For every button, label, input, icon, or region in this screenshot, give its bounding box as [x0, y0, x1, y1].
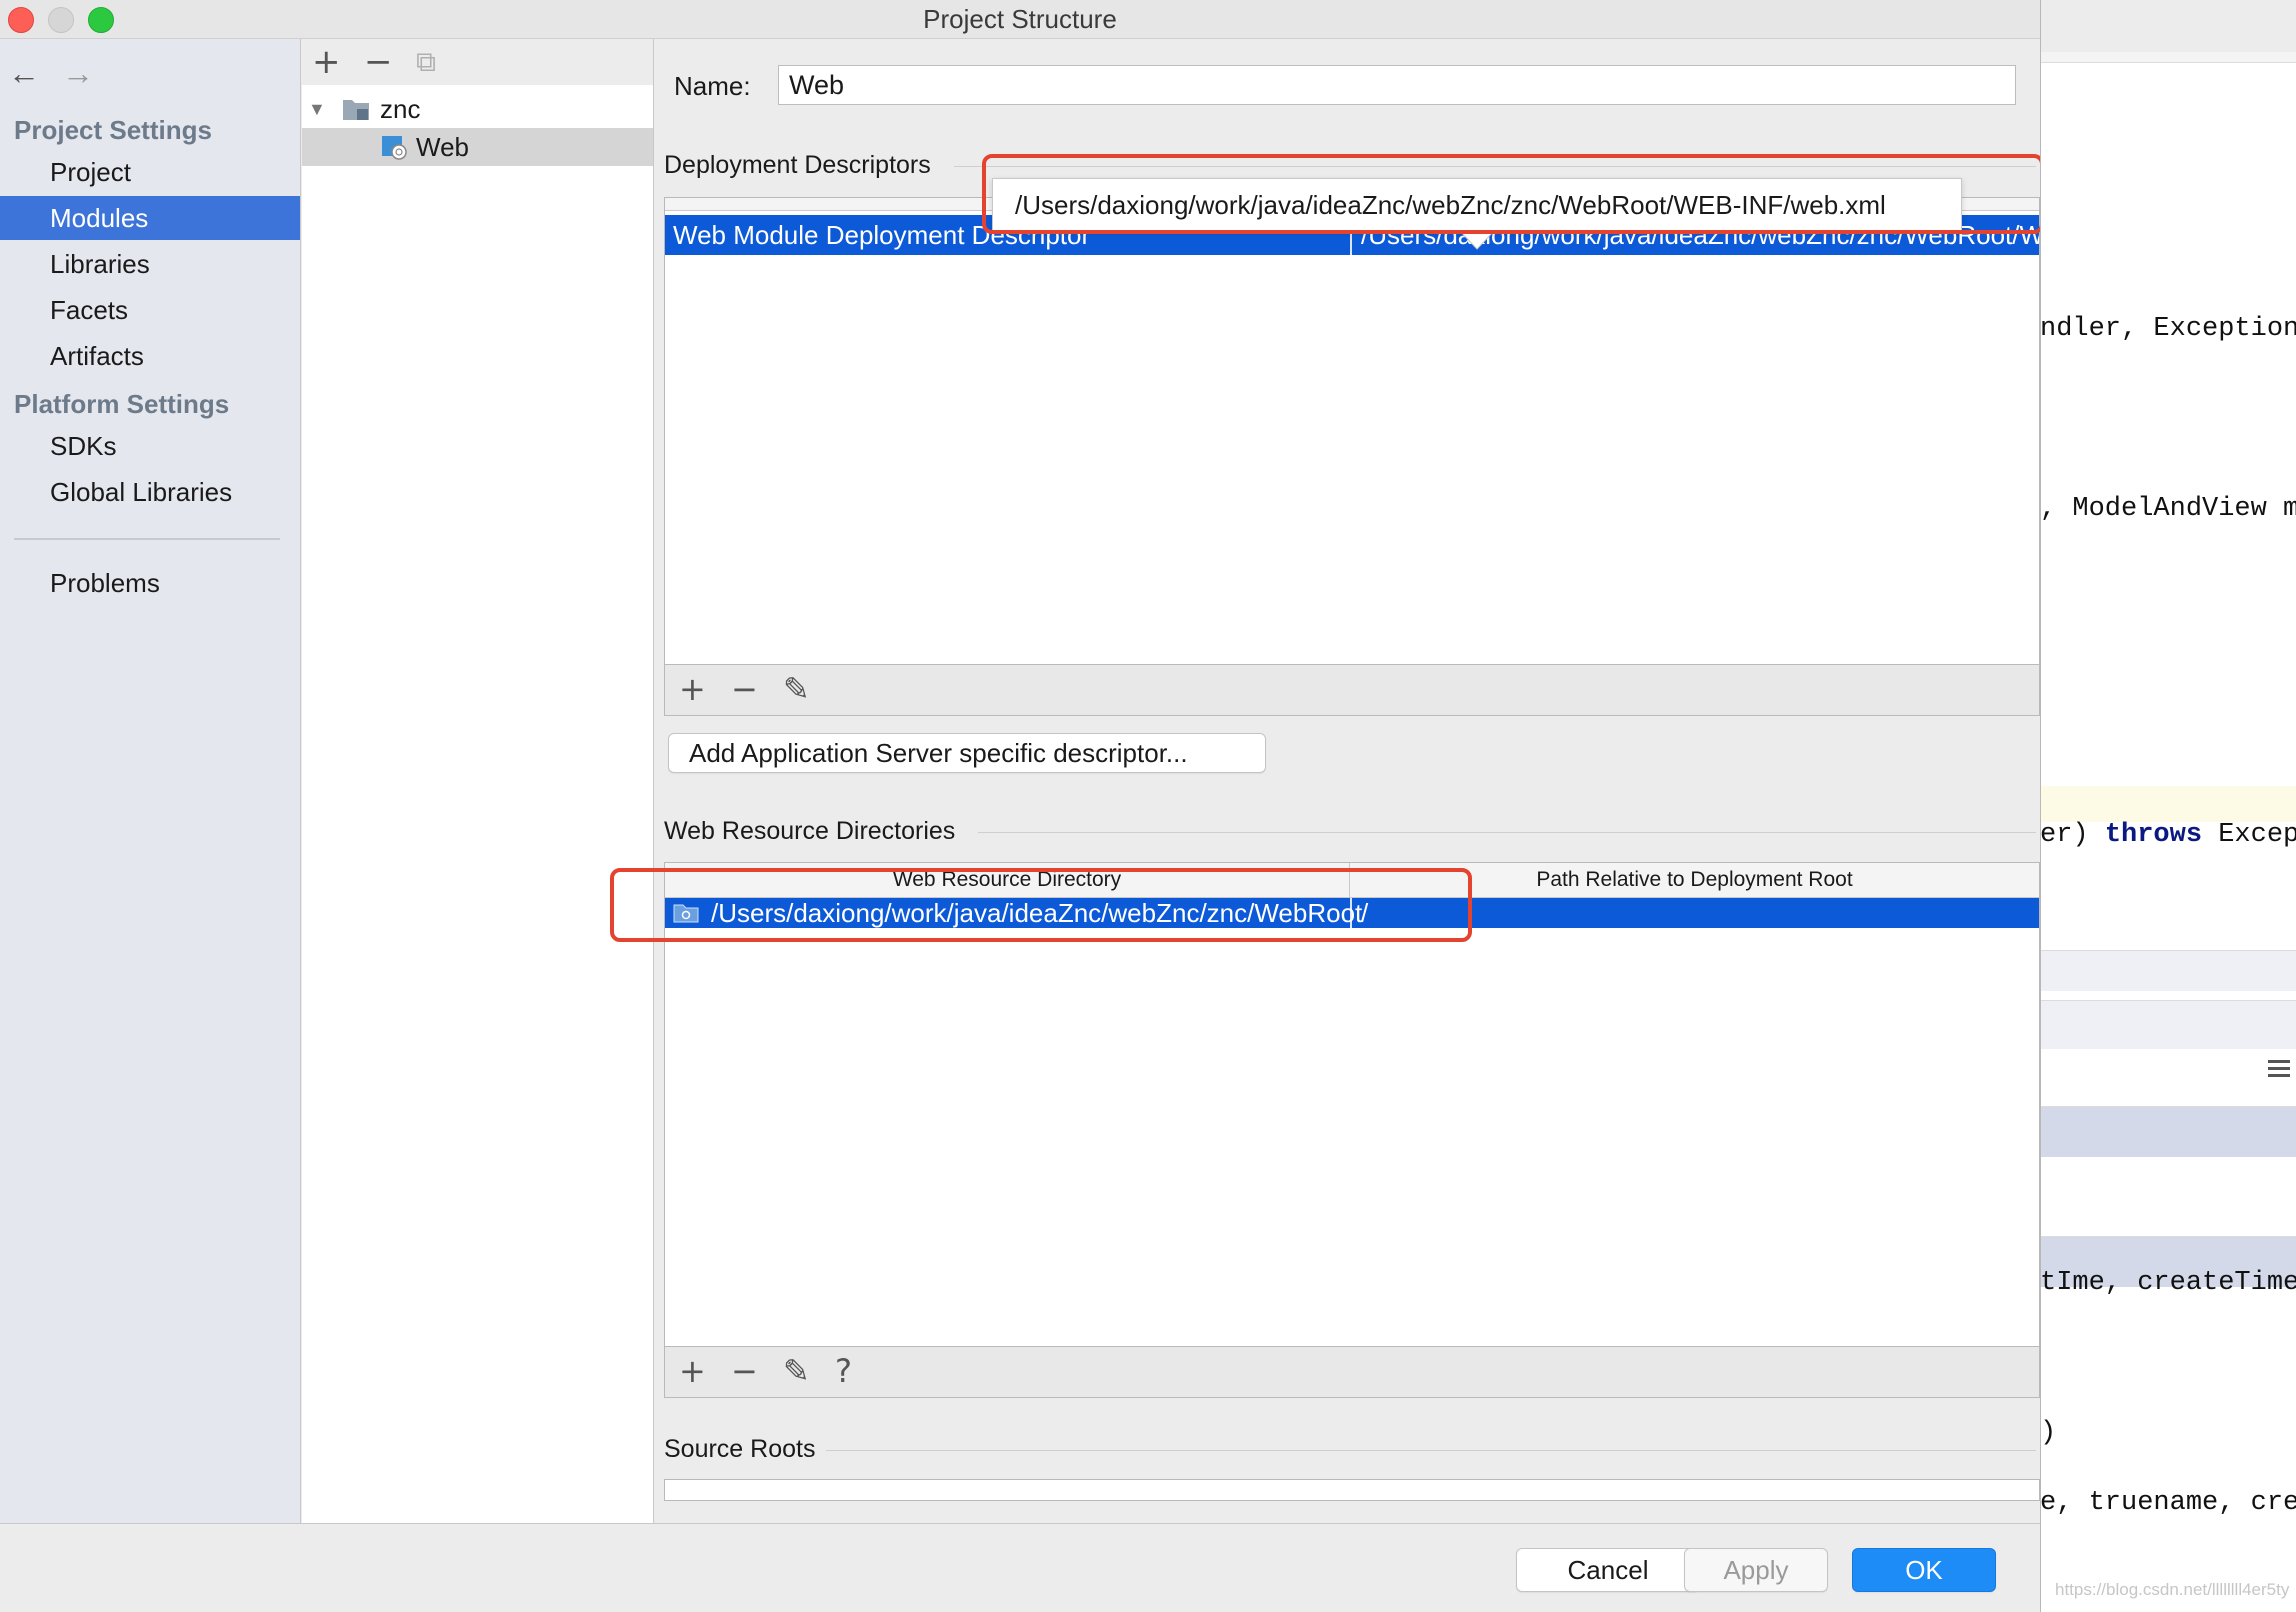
source-roots-list[interactable]	[664, 1479, 2040, 1501]
deployment-descriptors-title: Deployment Descriptors	[664, 151, 931, 179]
web-facet-icon	[382, 136, 407, 160]
deployment-descriptors-toolbar: + − ✎	[664, 664, 2040, 716]
nav-item-artifacts[interactable]: Artifacts	[0, 334, 300, 378]
tree-node-znc[interactable]: ▼ znc	[302, 90, 653, 128]
current-line-highlight	[2040, 786, 2296, 822]
add-server-descriptor-button[interactable]: Add Application Server specific descript…	[668, 733, 1266, 773]
background-code-editor: ndler, Exception , ModelAndView m er) th…	[2040, 0, 2296, 1612]
tooltip-pointer	[1460, 231, 1494, 250]
code-keyword: throws	[2104, 820, 2203, 850]
code-line: )	[2040, 1418, 2057, 1448]
copy-icon[interactable]: ⧉	[416, 42, 436, 82]
annotation-highlight-descriptor-path	[982, 154, 2040, 234]
edit-pencil-icon[interactable]: ✎	[783, 669, 810, 709]
deployment-descriptors-table[interactable]: Web Module Deployment Descriptor /Users/…	[664, 197, 2040, 704]
code-line: tIme, createTime	[2040, 1268, 2296, 1298]
code-line: , ModelAndView m	[2040, 494, 2296, 524]
nav-divider	[14, 538, 280, 540]
name-field[interactable]: Web	[778, 65, 2016, 105]
tree-toolbar: + − ⧉	[302, 39, 653, 85]
window-title: Project Structure	[923, 4, 1117, 34]
annotation-highlight-web-root	[610, 868, 1472, 942]
ok-button[interactable]: OK	[1852, 1548, 1996, 1592]
project-structure-dialog: Project Structure ← → Project Settings P…	[0, 0, 2041, 1612]
remove-icon[interactable]: −	[731, 1351, 758, 1391]
cancel-button[interactable]: Cancel	[1516, 1548, 1700, 1592]
tree-node-label: Web	[416, 132, 469, 162]
code-line-throws: er) throws Excep	[2040, 820, 2296, 850]
tree-node-web[interactable]: Web	[302, 128, 653, 166]
editor-tab-strip	[2040, 52, 2296, 63]
nav-item-libraries[interactable]: Libraries	[0, 242, 300, 286]
name-label: Name:	[674, 71, 751, 101]
section-separator	[826, 1450, 2036, 1451]
panel-stripe	[2040, 950, 2296, 991]
code-line: e, truename, cre	[2040, 1488, 2296, 1518]
forward-arrow-icon[interactable]: →	[62, 53, 94, 93]
nav-item-modules[interactable]: Modules	[0, 196, 300, 240]
add-icon[interactable]: +	[679, 1351, 706, 1391]
section-separator	[978, 832, 2036, 833]
edit-pencil-icon[interactable]: ✎	[783, 1351, 810, 1391]
modules-tree-panel: + − ⧉ ▼ znc Web	[302, 39, 654, 1524]
add-icon[interactable]: +	[679, 669, 706, 709]
remove-icon[interactable]: −	[731, 669, 758, 709]
help-icon[interactable]: ?	[835, 1351, 852, 1391]
editor-toolbar	[2040, 0, 2296, 53]
nav-item-global-libraries[interactable]: Global Libraries	[0, 470, 300, 514]
panel-stripe-selected	[2040, 1106, 2296, 1157]
web-resource-directories-toolbar: + − ✎ ?	[664, 1346, 2040, 1398]
menu-lines-icon[interactable]	[2268, 1060, 2290, 1082]
project-settings-header: Project Settings	[14, 115, 212, 145]
nav-item-sdks[interactable]: SDKs	[0, 424, 300, 468]
settings-navigation: ← → Project Settings Project Modules Lib…	[0, 39, 301, 1524]
nav-item-project[interactable]: Project	[0, 150, 300, 194]
title-bar: Project Structure	[0, 0, 2040, 39]
back-arrow-icon[interactable]: ←	[8, 53, 40, 93]
code-line: ndler, Exception	[2040, 314, 2296, 344]
apply-button[interactable]: Apply	[1684, 1548, 1828, 1592]
nav-item-facets[interactable]: Facets	[0, 288, 300, 332]
panel-stripe	[2040, 1000, 2296, 1049]
watermark: https://blog.csdn.net/llllllll4er5ty	[2055, 1580, 2290, 1599]
source-roots-title: Source Roots	[664, 1435, 816, 1463]
nav-item-problems[interactable]: Problems	[0, 561, 300, 605]
platform-settings-header: Platform Settings	[14, 389, 230, 419]
dialog-footer: Cancel Apply OK	[0, 1523, 2040, 1612]
web-facet-settings: Name: Web Deployment Descriptors Web Mod…	[654, 39, 2040, 1524]
module-folder-icon	[343, 100, 369, 120]
tree-node-label: znc	[380, 94, 421, 124]
add-icon[interactable]: +	[312, 42, 341, 82]
expand-triangle-icon[interactable]: ▼	[308, 90, 326, 128]
remove-icon[interactable]: −	[364, 42, 393, 82]
web-resource-directories-title: Web Resource Directories	[664, 817, 956, 845]
